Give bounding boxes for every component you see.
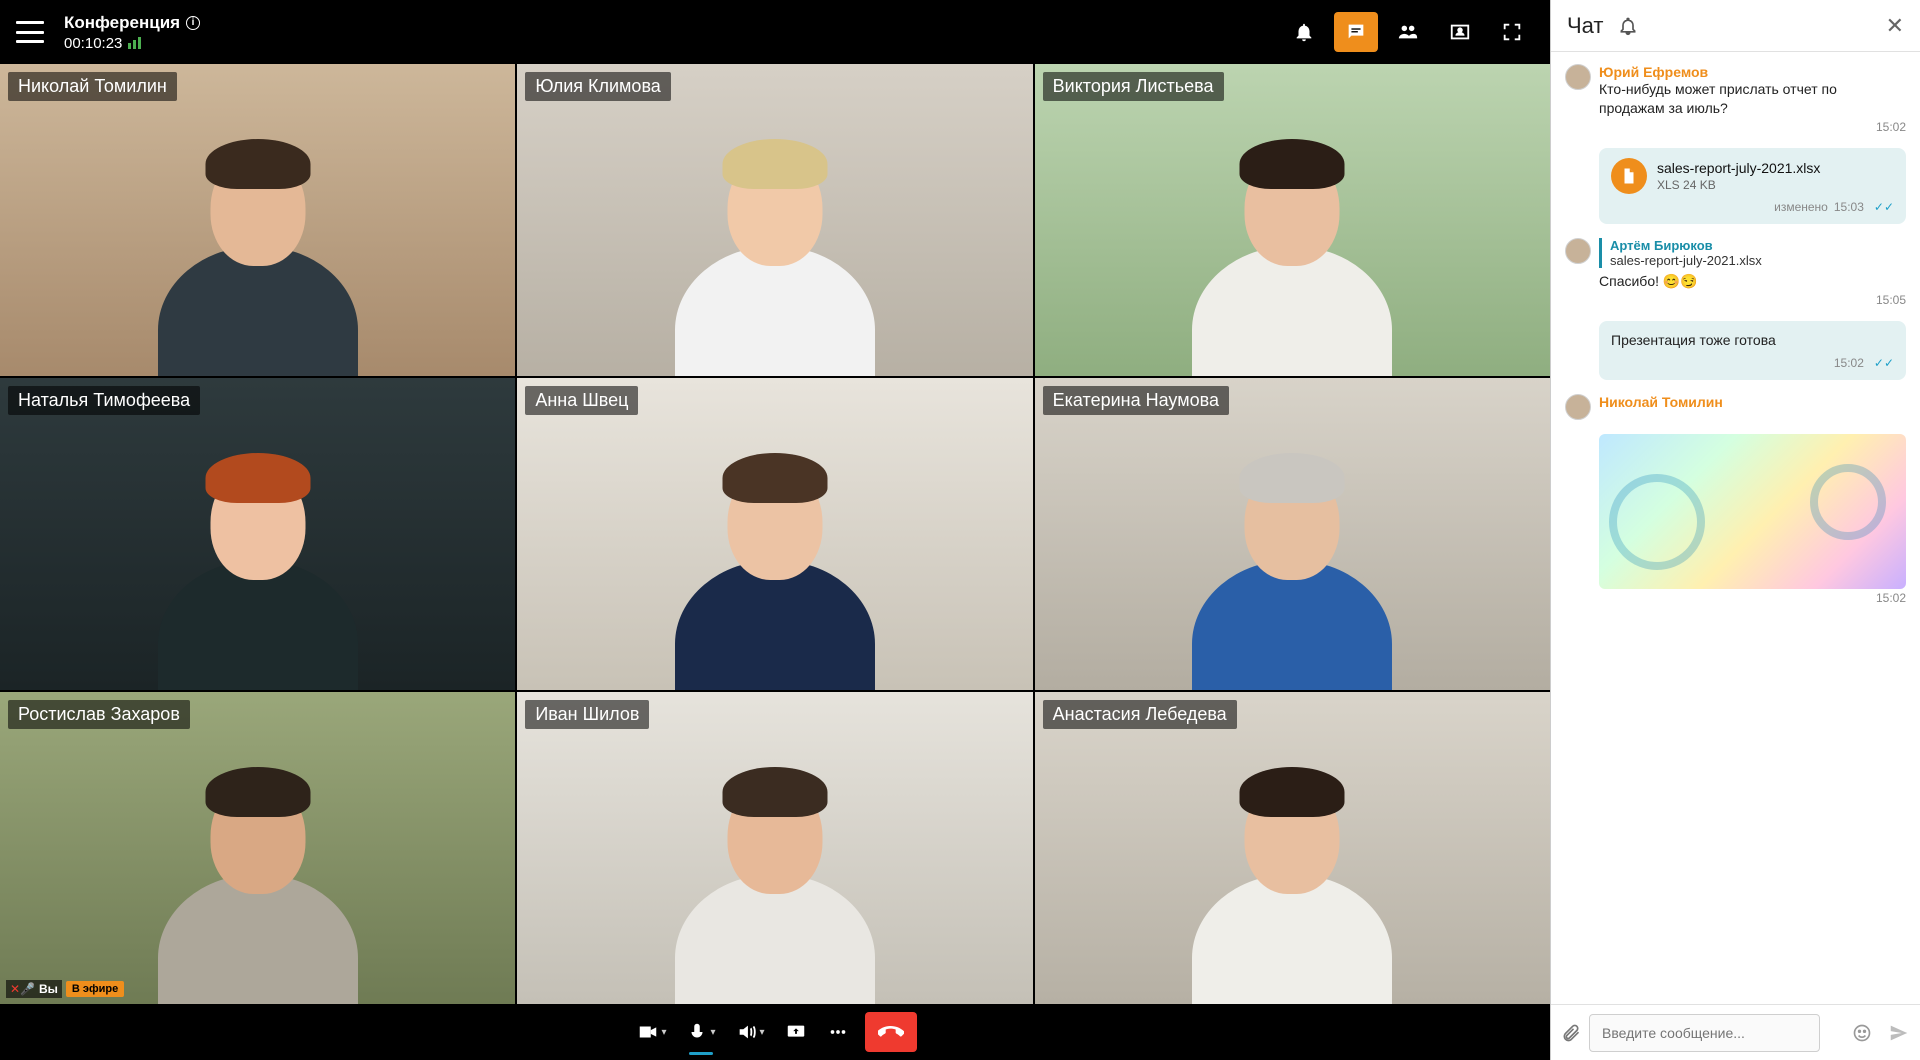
message-sender: Юрий Ефремов [1599, 64, 1906, 80]
read-checks-icon: ✓✓ [1874, 200, 1894, 214]
file-meta: XLS 24 KB [1657, 178, 1894, 192]
participant-tile[interactable]: Наталья Тимофеева [0, 378, 515, 690]
message-text: Кто-нибудь может прислать отчет по прода… [1599, 80, 1906, 118]
microphone-button[interactable]: ▾ [682, 1015, 719, 1049]
participant-tile[interactable]: Анастасия Лебедева [1035, 692, 1550, 1004]
chat-message: Николай Томилин [1565, 394, 1906, 420]
chat-input-row [1551, 1004, 1920, 1060]
participant-name: Анастасия Лебедева [1043, 700, 1237, 729]
notifications-button[interactable] [1282, 12, 1326, 52]
message-sender: Артём Бирюков [1610, 238, 1906, 253]
file-name: sales-report-july-2021.xlsx [1657, 160, 1894, 176]
mic-off-icon: ✕🎤 [10, 982, 35, 996]
participant-name: Виктория Листьева [1043, 72, 1224, 101]
file-icon [1611, 158, 1647, 194]
chat-notifications-button[interactable] [1618, 16, 1638, 36]
message-sender: Николай Томилин [1599, 394, 1906, 410]
image-attachment[interactable] [1599, 434, 1906, 589]
chat-input[interactable] [1589, 1014, 1820, 1052]
chat-toggle-button[interactable] [1334, 12, 1378, 52]
chat-messages: Юрий Ефремов Кто-нибудь может прислать о… [1551, 52, 1920, 1004]
avatar [1565, 238, 1591, 264]
file-message[interactable]: sales-report-july-2021.xlsx XLS 24 KB из… [1599, 148, 1906, 224]
chevron-down-icon: ▾ [710, 1027, 715, 1038]
speaker-button[interactable]: ▾ [732, 1015, 769, 1049]
mic-level-indicator [689, 1052, 713, 1055]
participant-tile[interactable]: Ростислав Захаров ✕🎤 Вы В эфире [0, 692, 515, 1004]
layout-button[interactable] [1438, 12, 1482, 52]
emoji-button[interactable] [1852, 1023, 1872, 1043]
message-time: 15:05 [1599, 293, 1906, 307]
chevron-down-icon: ▾ [661, 1027, 666, 1038]
image-message[interactable]: 15:02 [1599, 434, 1906, 605]
fullscreen-button[interactable] [1490, 12, 1534, 52]
video-grid: Николай Томилин Юлия Климова Виктория Ли… [0, 64, 1550, 1004]
avatar [1565, 64, 1591, 90]
bottom-controls: ▾ ▾ ▾ [0, 1004, 1550, 1060]
message-time: 15:02 [1599, 591, 1906, 605]
chat-panel: Чат ✕ Юрий Ефремов Кто-нибудь может прис… [1550, 0, 1920, 1060]
call-timer: 00:10:23 [64, 35, 122, 52]
camera-button[interactable]: ▾ [633, 1015, 670, 1049]
participant-tile[interactable]: Юлия Климова [517, 64, 1032, 376]
quoted-message[interactable]: Артём Бирюков sales-report-july-2021.xls… [1599, 238, 1906, 268]
menu-button[interactable] [16, 21, 44, 43]
participant-tile[interactable]: Виктория Листьева [1035, 64, 1550, 376]
you-label: Вы [39, 982, 58, 996]
participant-tile[interactable]: Анна Швец [517, 378, 1032, 690]
close-chat-button[interactable]: ✕ [1886, 13, 1904, 39]
message-time: 15:03 [1834, 200, 1864, 214]
participant-name: Юлия Климова [525, 72, 670, 101]
title-block: Конференция i 00:10:23 [64, 13, 200, 52]
signal-icon [128, 37, 141, 49]
message-text: Спасибо! 😊😏 [1599, 272, 1906, 291]
participants-button[interactable] [1386, 12, 1430, 52]
participant-tile[interactable]: Екатерина Наумова [1035, 378, 1550, 690]
share-screen-button[interactable] [781, 1015, 811, 1049]
chat-header: Чат ✕ [1551, 0, 1920, 52]
conference-title: Конференция [64, 13, 180, 33]
participant-name: Екатерина Наумова [1043, 386, 1229, 415]
participant-tile[interactable]: Николай Томилин [0, 64, 515, 376]
chat-title: Чат [1567, 13, 1604, 39]
participant-name: Ростислав Захаров [8, 700, 190, 729]
quoted-file: sales-report-july-2021.xlsx [1610, 253, 1906, 268]
attach-button[interactable] [1561, 1023, 1581, 1043]
message-time: 15:02 [1599, 120, 1906, 134]
message-time: 15:02 [1834, 356, 1864, 370]
video-conference-area: Конференция i 00:10:23 [0, 0, 1550, 1060]
avatar [1565, 394, 1591, 420]
send-button[interactable] [1888, 1022, 1910, 1044]
own-message: Презентация тоже готова 15:02 ✓✓ [1599, 321, 1906, 380]
live-badge: В эфире [66, 981, 124, 997]
top-actions [1282, 12, 1534, 52]
self-badges: ✕🎤 Вы В эфире [6, 980, 124, 998]
edited-label: изменено [1774, 200, 1828, 214]
participant-name: Николай Томилин [8, 72, 177, 101]
info-icon[interactable]: i [186, 16, 200, 30]
more-options-button[interactable] [823, 1015, 853, 1049]
participant-name: Анна Швец [525, 386, 638, 415]
participant-name: Иван Шилов [525, 700, 649, 729]
chat-message: Юрий Ефремов Кто-нибудь может прислать о… [1565, 64, 1906, 134]
hangup-button[interactable] [865, 1012, 917, 1052]
participant-tile[interactable]: Иван Шилов [517, 692, 1032, 1004]
message-text: Презентация тоже готова [1611, 331, 1894, 350]
chevron-down-icon: ▾ [760, 1027, 765, 1038]
top-bar: Конференция i 00:10:23 [0, 0, 1550, 64]
chat-message: Артём Бирюков sales-report-july-2021.xls… [1565, 238, 1906, 307]
participant-name: Наталья Тимофеева [8, 386, 200, 415]
read-checks-icon: ✓✓ [1874, 356, 1894, 370]
